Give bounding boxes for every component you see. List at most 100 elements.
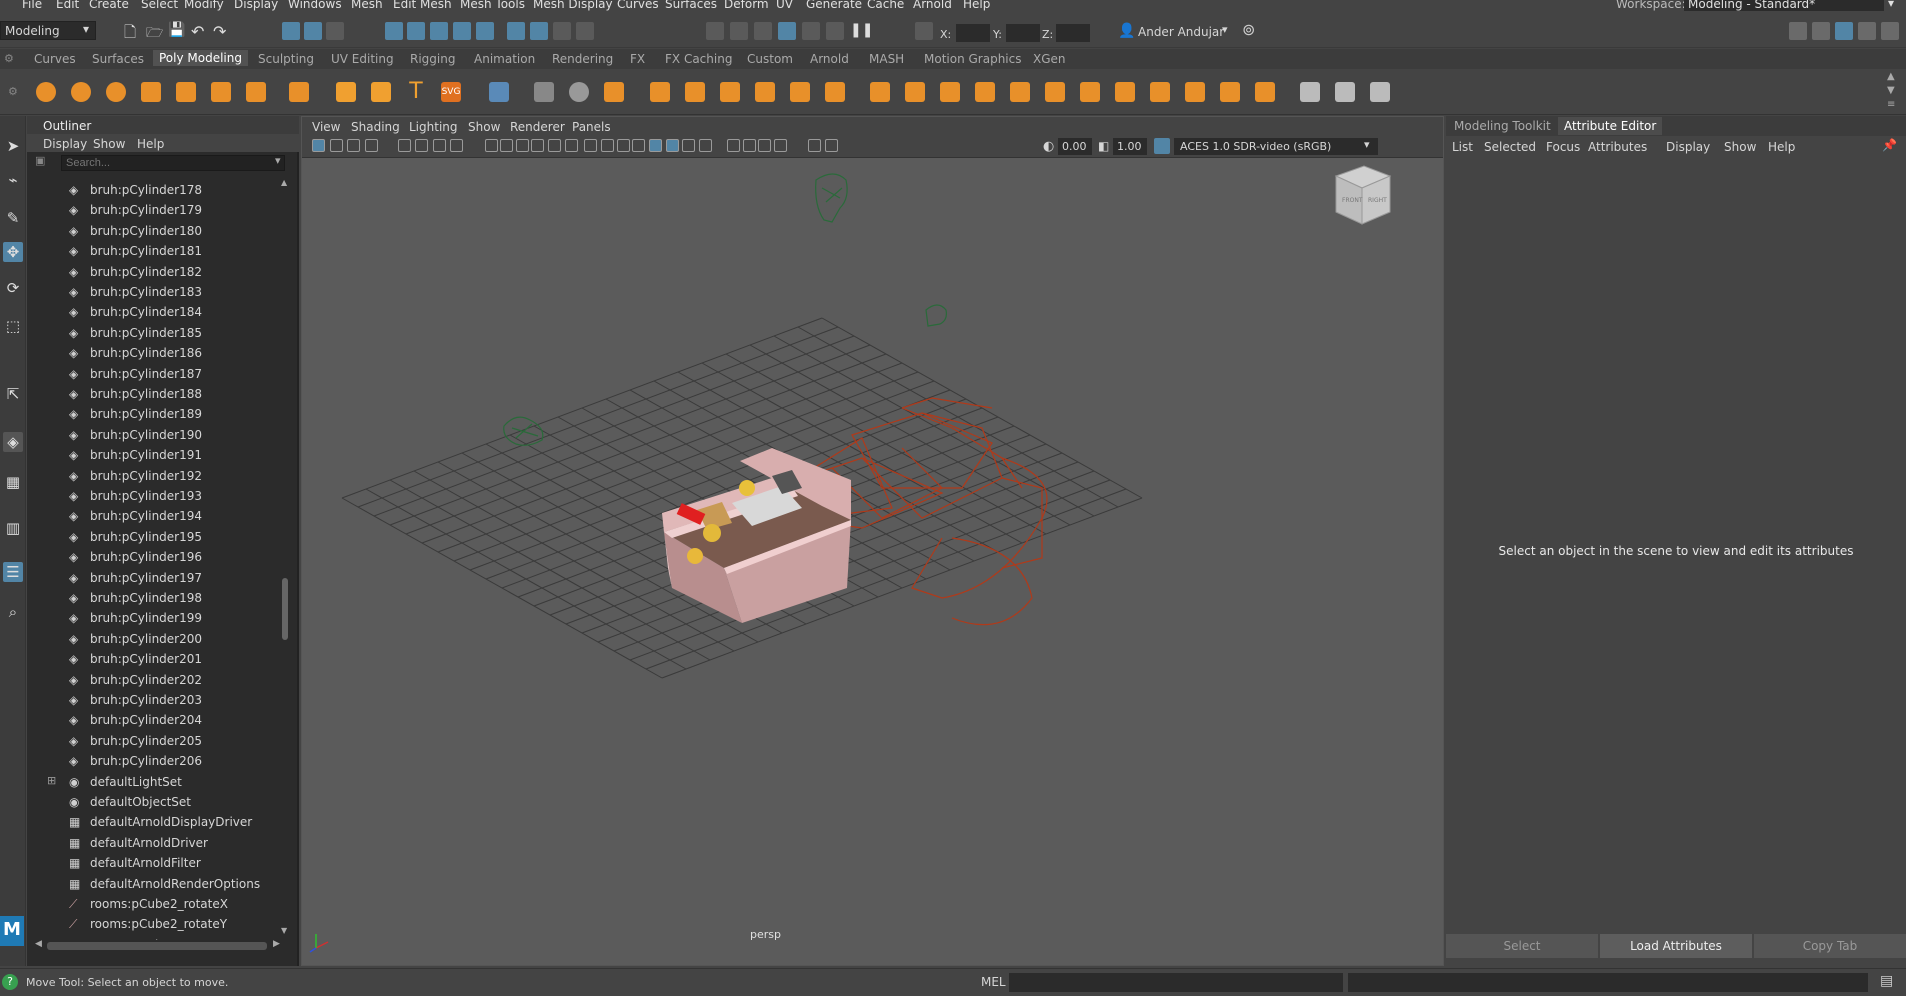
undo-icon[interactable]: ↶ (191, 22, 209, 41)
grease-pencil-icon[interactable] (415, 139, 428, 152)
outliner-item[interactable]: ◈ bruh:pCylinder193 (27, 486, 282, 506)
snap-point-icon[interactable] (430, 22, 448, 40)
xray-icon[interactable] (774, 139, 787, 152)
outliner-item[interactable]: ◈ bruh:pCylinder206 (27, 751, 282, 771)
attr-menu-attributes[interactable]: Attributes (1588, 140, 1647, 154)
disc-icon[interactable] (242, 78, 270, 106)
tab-surfaces[interactable]: Surfaces (92, 52, 144, 66)
menu-mesh-display[interactable]: Mesh Display (533, 0, 613, 11)
outliner-menu-help[interactable]: Help (137, 137, 164, 151)
bookmark-icon[interactable] (347, 139, 360, 152)
menu-edit[interactable]: Edit (56, 0, 79, 11)
relax-icon[interactable] (1331, 78, 1359, 106)
outliner-item[interactable]: ◈ bruh:pCylinder202 (27, 670, 282, 690)
new-scene-icon[interactable]: 🗋 (124, 22, 142, 41)
pin-icon[interactable]: 📌 (1882, 138, 1897, 152)
tab-custom[interactable]: Custom (747, 52, 793, 66)
outliner-item[interactable]: ▦ defaultArnoldDriver (27, 833, 282, 853)
outliner-item[interactable]: ⊞ ◉ defaultLightSet (27, 772, 282, 792)
outliner-menu-display[interactable]: Display (43, 137, 87, 151)
z-field[interactable] (1056, 24, 1090, 42)
menu-edit-mesh[interactable]: Edit Mesh (393, 0, 452, 11)
tab-curves[interactable]: Curves (34, 52, 76, 66)
cube-icon[interactable] (67, 78, 95, 106)
outliner-item[interactable]: ◈ bruh:pCylinder200 (27, 629, 282, 649)
outliner-item[interactable]: ◈ bruh:pCylinder180 (27, 221, 282, 241)
uv-editor-icon[interactable] (485, 78, 513, 106)
depth-of-field-icon[interactable] (743, 139, 756, 152)
shadows-icon[interactable] (666, 139, 679, 152)
paint-select-icon[interactable]: ✎ (3, 208, 23, 228)
outliner-hscroll-thumb[interactable] (47, 942, 267, 950)
pause-icon[interactable]: ❚❚ (850, 22, 873, 40)
two-d-pan-zoom-icon[interactable] (398, 139, 411, 152)
menu-arnold[interactable]: Arnold (913, 0, 952, 11)
snap-surface-icon[interactable] (476, 22, 494, 40)
save-scene-icon[interactable]: 💾 (168, 22, 186, 40)
snap-plane-icon[interactable] (453, 22, 471, 40)
persp-outliner-icon[interactable]: ▥ (3, 518, 23, 538)
shelf-menu-icon[interactable]: ⚙ (4, 52, 14, 65)
scroll-up-icon[interactable]: ▲ (281, 178, 287, 187)
outliner-menu-show[interactable]: Show (93, 137, 125, 151)
outliner-item[interactable]: ◈ bruh:pCylinder196 (27, 547, 282, 567)
select-tool-icon[interactable]: ➤ (3, 136, 23, 156)
outliner-item[interactable]: ◈ bruh:pCylinder186 (27, 343, 282, 363)
isolate-select-icon[interactable] (758, 139, 771, 152)
boolean-intersect-icon[interactable] (1111, 78, 1139, 106)
camera-attributes-icon[interactable] (330, 139, 343, 152)
mirror-icon[interactable] (936, 78, 964, 106)
shelf-scroll-down-icon[interactable]: ▼ (1887, 85, 1895, 96)
render-view-icon[interactable] (706, 22, 724, 40)
outliner-item[interactable]: ◈ bruh:pCylinder182 (27, 262, 282, 282)
move-tool-icon[interactable]: ✥ (3, 242, 23, 262)
tab-fx[interactable]: FX (630, 52, 645, 66)
menuset-dropdown[interactable]: Modeling ▾ (0, 21, 96, 40)
cylinder-icon[interactable] (102, 78, 130, 106)
scroll-left-icon[interactable]: ◀ (35, 939, 42, 949)
tab-rendering[interactable]: Rendering (552, 52, 613, 66)
exposure-icon[interactable]: ◐ (1043, 139, 1054, 154)
four-view-icon[interactable]: ▦ (3, 472, 23, 492)
motion-blur-icon[interactable] (699, 139, 712, 152)
cone-icon[interactable] (137, 78, 165, 106)
search-icon[interactable]: ⌕ (3, 602, 23, 622)
torus-icon[interactable] (172, 78, 200, 106)
menu-mesh-tools[interactable]: Mesh Tools (460, 0, 525, 11)
hypershade-icon[interactable] (802, 22, 820, 40)
outliner-item[interactable]: ▦ defaultArnoldFilter (27, 853, 282, 873)
sphere-icon[interactable] (32, 78, 60, 106)
outliner-scroll-thumb[interactable] (282, 578, 288, 640)
gate-mask-icon[interactable] (500, 139, 513, 152)
attr-menu-list[interactable]: List (1452, 140, 1473, 154)
workspace-selector[interactable]: Workspace: Modeling - Standard* ▾ (1616, 0, 1906, 11)
toggle-modeling-toolkit-icon[interactable] (1789, 22, 1807, 40)
text-icon[interactable]: T (402, 78, 430, 106)
menu-select[interactable]: Select (141, 0, 178, 11)
outliner-search-input[interactable] (61, 155, 285, 171)
outliner-item[interactable]: ◉ defaultObjectSet (27, 792, 282, 812)
select-highlight-icon[interactable] (576, 22, 594, 40)
tab-xgen[interactable]: XGen (1033, 52, 1066, 66)
lock-icon[interactable] (553, 22, 571, 40)
outliner-item[interactable]: ◈ bruh:pCylinder201 (27, 649, 282, 669)
menu-deform[interactable]: Deform (724, 0, 769, 11)
outliner-hscrollbar[interactable]: ◀ ▶ (33, 939, 283, 952)
tab-attribute-editor[interactable]: Attribute Editor (1558, 117, 1663, 135)
outliner-item[interactable]: ◈ bruh:pCylinder183 (27, 282, 282, 302)
safe-title-icon[interactable] (548, 139, 561, 152)
attr-menu-show[interactable]: Show (1724, 140, 1756, 154)
menu-uv[interactable]: UV (776, 0, 793, 11)
outliner-item[interactable]: ⟋ rooms:pCube2_rotateY (27, 914, 282, 934)
snap-curve-icon[interactable] (407, 22, 425, 40)
vp-menu-lighting[interactable]: Lighting (409, 120, 458, 134)
wedge-icon[interactable] (971, 78, 999, 106)
outliner-item[interactable]: ◈ bruh:pCylinder178 (27, 180, 282, 200)
reduce-icon[interactable] (1146, 78, 1174, 106)
shelf-settings-icon[interactable]: ⚙ (8, 85, 18, 98)
smooth-icon[interactable] (600, 78, 628, 106)
menu-display[interactable]: Display (234, 0, 278, 11)
outliner-item[interactable]: ◈ bruh:pCylinder205 (27, 731, 282, 751)
sweep-icon[interactable] (367, 78, 395, 106)
vp-menu-panels[interactable]: Panels (572, 120, 611, 134)
